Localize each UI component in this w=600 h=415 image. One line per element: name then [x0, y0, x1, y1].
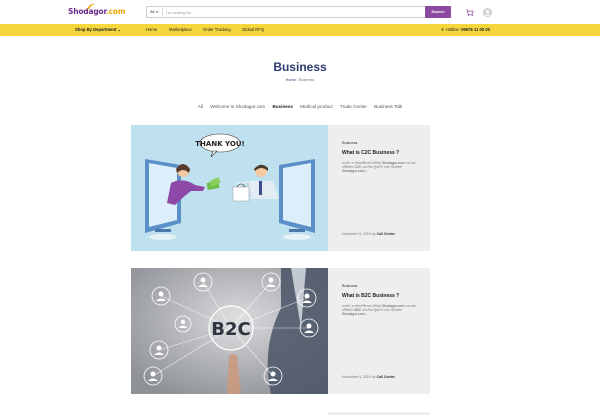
- filter-trade-center[interactable]: Trade Center: [340, 104, 367, 109]
- post-title[interactable]: What is B2C Business ?: [342, 293, 399, 299]
- post-content: Business What is B2C Business ? ব্যবসা ও…: [328, 268, 430, 394]
- post-meta: November 5, 2019 by Call Center: [342, 375, 395, 379]
- hotline-number[interactable]: 09678 11 00 00: [461, 27, 490, 32]
- post-excerpt: ব্যবসা ও অনলাইনের মাধ্যমে Shodagor.com এ…: [342, 161, 416, 174]
- nav-link-order-tracking[interactable]: Order Tracking: [203, 24, 231, 36]
- post-title[interactable]: What is C2C Business ?: [342, 150, 399, 156]
- search-bar: All▼ Search: [146, 6, 451, 18]
- search-category-value: All: [150, 9, 155, 14]
- category-filters: All Welcome to Shodagor.com Business Med…: [0, 104, 600, 109]
- phone-icon: ✆: [441, 27, 445, 32]
- filter-all[interactable]: All: [198, 104, 203, 109]
- breadcrumb-separator: /: [296, 78, 298, 82]
- post-content: Business What is C2C Business ? ব্যবসা ও…: [328, 125, 430, 251]
- breadcrumb-home[interactable]: Home: [286, 78, 296, 82]
- site-logo[interactable]: Shodagor.com: [68, 7, 126, 16]
- nav-link-marketplace[interactable]: Marketplace: [169, 24, 192, 36]
- post-date: November 5, 2019: [342, 375, 371, 379]
- post-author[interactable]: Call Center: [376, 375, 394, 379]
- post-author[interactable]: Call Center: [376, 232, 394, 236]
- chevron-down-icon: ▼: [155, 10, 159, 14]
- search-input[interactable]: [166, 8, 416, 16]
- breadcrumb-current: Business: [298, 78, 315, 82]
- c2c-illustration: THANK YOU!: [131, 125, 328, 251]
- b2c-illustration: B2C: [131, 268, 328, 394]
- hotline: ✆ Hotline: 09678 11 00 00: [441, 24, 490, 36]
- post-card: B2C Business What is B2C Business ? ব্যব…: [131, 268, 430, 394]
- speech-bubble-text: THANK YOU!: [195, 140, 244, 148]
- cart-icon[interactable]: [465, 8, 474, 17]
- post-date: November 5, 2019: [342, 232, 371, 236]
- search-button[interactable]: Search: [425, 6, 451, 18]
- post-category[interactable]: Business: [342, 284, 357, 288]
- b2c-text: B2C: [211, 319, 250, 340]
- post-meta: November 5, 2019 by Call Center: [342, 232, 395, 236]
- logo-suffix: .com: [105, 7, 126, 16]
- post-by: by: [371, 232, 376, 236]
- post-image[interactable]: B2C: [131, 268, 328, 394]
- filter-business[interactable]: Business: [273, 104, 293, 109]
- top-header: Shodagor.com All▼ Search: [0, 0, 600, 24]
- page-title: Business: [273, 60, 327, 74]
- post-category[interactable]: Business: [342, 141, 357, 145]
- shop-by-department-menu[interactable]: Shop By Department ⌄: [75, 24, 121, 36]
- filter-medical-product[interactable]: Medical product: [300, 104, 332, 109]
- search-category-select[interactable]: All▼: [147, 7, 163, 17]
- chevron-down-icon: ⌄: [117, 27, 122, 32]
- nav-link-global-rfq[interactable]: Global RFQ: [242, 24, 264, 36]
- user-avatar-icon[interactable]: [483, 8, 492, 17]
- post-excerpt: ব্যবসা ও অনলাইনের মাধ্যমে Shodagor.com এ…: [342, 304, 416, 317]
- filter-business-talk[interactable]: Business Talk: [374, 104, 402, 109]
- logo-swoosh-icon: [87, 3, 95, 9]
- hotline-label: Hotline:: [445, 27, 460, 32]
- filter-welcome[interactable]: Welcome to Shodagor.com: [210, 104, 265, 109]
- post-by: by: [371, 375, 376, 379]
- post-image[interactable]: THANK YOU!: [131, 125, 328, 251]
- breadcrumb: Home / Business: [0, 78, 600, 82]
- main-navbar: Shop By Department ⌄ Home Marketplace Or…: [0, 24, 600, 36]
- nav-link-home[interactable]: Home: [146, 24, 157, 36]
- department-label: Shop By Department: [75, 27, 117, 32]
- post-card: THANK YOU! Business What is C2C Business…: [131, 125, 430, 251]
